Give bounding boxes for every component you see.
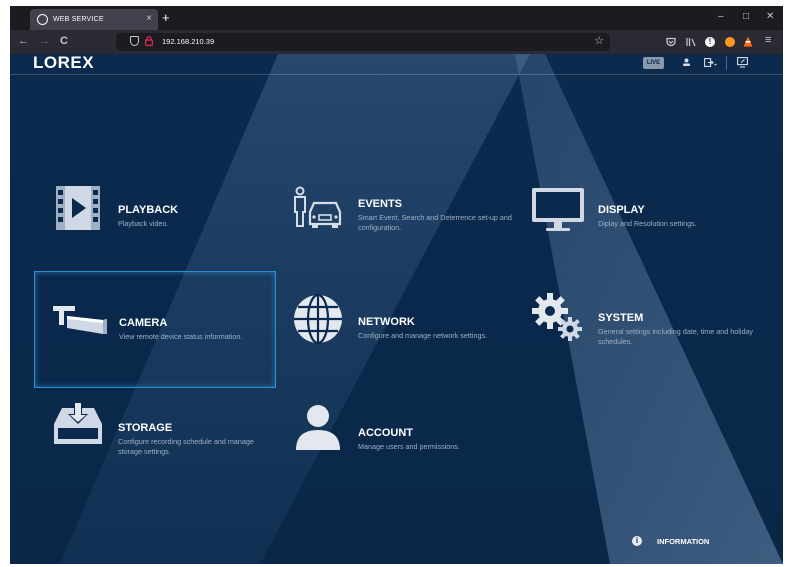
camera-icon — [53, 306, 107, 334]
playback-film-icon — [56, 186, 100, 230]
storage-drive-icon — [54, 402, 102, 444]
menu-title: ACCOUNT — [358, 427, 413, 439]
close-window-button[interactable]: ✕ — [766, 11, 774, 22]
information-label: INFORMATION — [657, 536, 710, 546]
navigation-bar: ← → C 192.168.210.39 ☆ ! ≡ — [10, 30, 783, 54]
menu-item-system[interactable]: SYSTEM General settings including date, … — [514, 271, 754, 386]
maximize-button[interactable]: □ — [743, 11, 749, 22]
view-screen-icon[interactable] — [737, 57, 748, 68]
account-extension-icon[interactable]: ! — [705, 37, 715, 47]
new-tab-button[interactable]: + — [162, 10, 170, 25]
insecure-lock-icon[interactable] — [145, 36, 153, 46]
menu-item-camera[interactable]: CAMERA View remote device status informa… — [34, 271, 276, 388]
menu-item-events[interactable]: EVENTS Smart Event, Search and Deterrenc… — [274, 162, 514, 277]
menu-description: Diplay and Resolution settings. — [598, 219, 697, 228]
globe-favicon-icon — [37, 14, 48, 25]
menu-title: NETWORK — [358, 316, 415, 328]
menu-item-playback[interactable]: PLAYBACK Playback video. — [34, 162, 274, 277]
live-view-button[interactable]: LIVE — [643, 57, 664, 69]
menu-title: STORAGE — [118, 422, 173, 434]
back-button[interactable]: ← — [18, 35, 29, 47]
menu-description: Smart Event, Search and Deterrence set-u… — [358, 213, 512, 232]
tracking-shield-icon[interactable] — [130, 36, 139, 46]
address-bar[interactable]: 192.168.210.39 ☆ — [116, 33, 610, 51]
forward-button[interactable]: → — [39, 35, 50, 47]
logout-icon[interactable] — [704, 58, 717, 67]
menu-title: CAMERA — [119, 317, 168, 329]
user-icon[interactable] — [682, 58, 691, 67]
menu-title: EVENTS — [358, 198, 403, 210]
lorex-logo: LOREX — [33, 54, 95, 72]
bookmark-star-icon[interactable]: ☆ — [594, 34, 604, 47]
tab-close-button[interactable]: × — [146, 13, 152, 24]
menu-description: Manage users and permissions. — [358, 442, 460, 451]
information-button[interactable]: i INFORMATION — [632, 536, 709, 546]
extension-cone-icon[interactable] — [743, 36, 753, 47]
menu-description: Playback video. — [118, 219, 169, 228]
events-person-car-icon — [294, 186, 342, 228]
pocket-icon[interactable] — [666, 37, 676, 47]
menu-item-storage[interactable]: STORAGE Configure recording schedule and… — [34, 380, 274, 495]
menu-description: View remote device status information. — [119, 332, 243, 341]
display-monitor-icon — [532, 188, 584, 231]
hamburger-menu-icon[interactable]: ≡ — [765, 34, 771, 46]
menu-description: Configure recording schedule and manage … — [118, 437, 254, 456]
library-icon[interactable] — [686, 37, 697, 47]
browser-tab[interactable]: WEB SERVICE × — [30, 9, 158, 30]
menu-title: PLAYBACK — [118, 204, 179, 216]
lorex-app: LOREX LIVE PLAYBACK Playback video. EVEN… — [10, 54, 783, 564]
menu-description: Configure and manage network settings. — [358, 331, 488, 340]
info-icon: i — [632, 536, 642, 546]
menu-item-network[interactable]: NETWORK Configure and manage network set… — [274, 271, 514, 386]
menu-title: DISPLAY — [598, 204, 645, 216]
menu-description: General settings including date, time an… — [598, 327, 754, 346]
browser-window: WEB SERVICE × + – □ ✕ ← → C 192.168.210.… — [10, 6, 783, 564]
tab-title: WEB SERVICE — [53, 16, 104, 23]
reload-button[interactable]: C — [60, 35, 68, 47]
minimize-button[interactable]: – — [718, 11, 724, 22]
tab-bar: WEB SERVICE × + – □ ✕ — [10, 6, 783, 30]
app-header: LOREX LIVE — [10, 54, 783, 75]
menu-title: SYSTEM — [598, 312, 644, 324]
network-globe-icon — [294, 293, 342, 345]
extension-orange-icon[interactable] — [725, 37, 735, 47]
header-divider — [726, 56, 727, 70]
menu-item-display[interactable]: DISPLAY Diplay and Resolution settings. — [514, 162, 754, 277]
system-gears-icon — [532, 293, 582, 341]
url-text: 192.168.210.39 — [162, 37, 215, 46]
menu-item-account[interactable]: ACCOUNT Manage users and permissions. — [274, 380, 514, 495]
account-user-icon — [296, 405, 340, 450]
